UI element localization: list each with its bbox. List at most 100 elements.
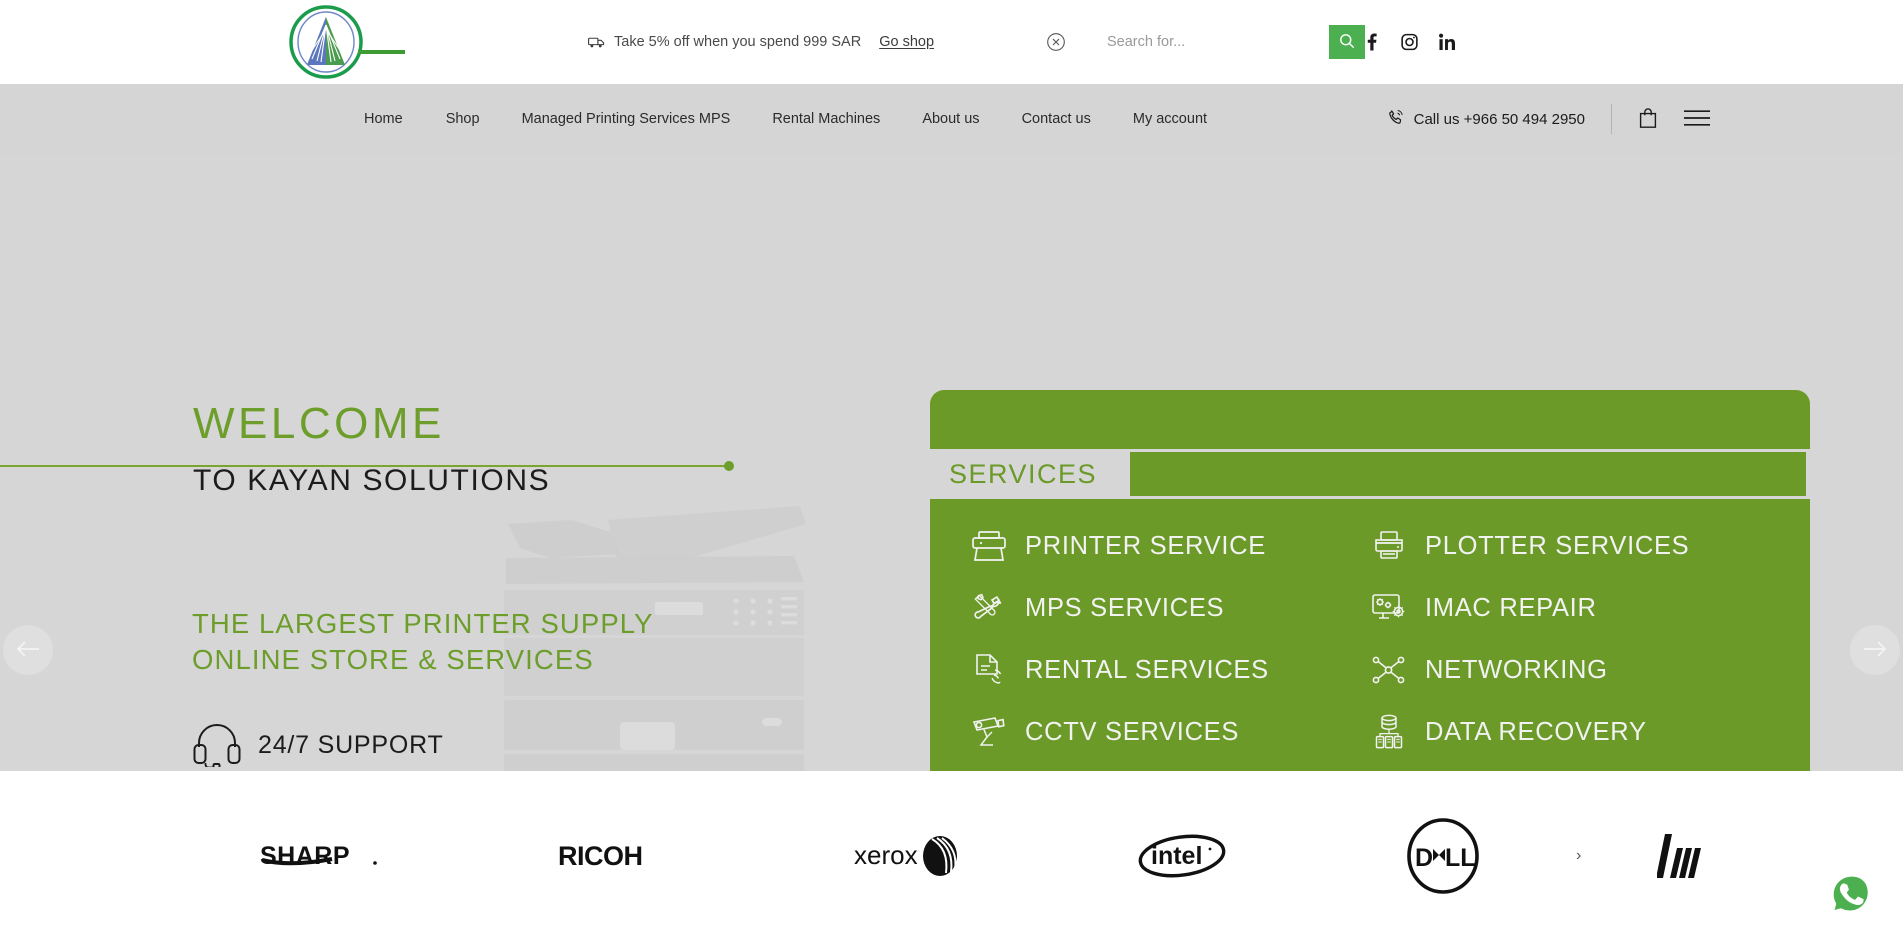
hero-rule-line [0,461,734,471]
printer-icon [970,527,1008,565]
hamburger-menu-button[interactable] [1684,109,1710,129]
services-header-green-bar [1130,452,1806,496]
service-item-plotter-services[interactable]: PLOTTER SERVICES [1370,527,1770,565]
brand-logo-xerox[interactable]: xerox [854,835,960,877]
xerox-logo: xerox [854,835,958,876]
service-label: CCTV SERVICES [1025,717,1240,746]
service-label: PLOTTER SERVICES [1425,531,1690,560]
call-us-link[interactable]: Call us +966 50 494 2950 [1387,109,1585,130]
hp-logo [1656,833,1701,878]
services-title: SERVICES [949,458,1098,489]
nav-divider [1611,104,1612,134]
promo-text: Take 5% off when you spend 999 SAR [614,34,862,50]
svg-text:intel: intel [1151,842,1202,870]
svg-text:D: D [1415,844,1433,872]
promo-banner: Take 5% off when you spend 999 SAR Go sh… [588,34,934,50]
call-us-text: Call us +966 50 494 2950 [1413,110,1585,128]
service-item-networking[interactable]: NETWORKING [1370,651,1770,689]
facebook-icon[interactable] [1364,33,1380,51]
instagram-icon[interactable] [1401,33,1418,51]
services-grid: PRINTER SERVICE PLOTTER SERVICES MPS SER… [930,515,1810,763]
search-icon [1339,33,1355,52]
nav-list: Home Shop Managed Printing Services MPS … [358,50,1228,154]
delivery-truck-icon [588,36,605,49]
brand-logo-intel[interactable]: intel [1137,831,1229,881]
hamburger-menu-icon [1684,109,1710,129]
nav-label: Home [364,111,403,127]
search-area [1107,25,1365,59]
nav-item-rental-machines[interactable]: Rental Machines [751,84,901,154]
main-navigation: Home Shop Managed Printing Services MPS … [0,50,1903,154]
whatsapp-float-button[interactable] [1828,871,1875,918]
brand-logo-sharp[interactable]: SHARP [260,841,382,871]
service-label: MPS SERVICES [1025,593,1225,622]
nav-item-shop[interactable]: Shop [425,84,501,154]
hero-support-text: 24/7 SUPPORT [258,731,444,759]
shopping-bag-icon [1638,107,1658,132]
nav-label: My account [1132,111,1208,127]
cctv-camera-icon [970,713,1008,751]
hero-headline: THE LARGEST PRINTER SUPPLY ONLINE STORE … [192,606,654,679]
service-item-printer-service[interactable]: PRINTER SERVICE [970,527,1370,565]
whatsapp-icon [1830,873,1873,916]
top-bar: Take 5% off when you spend 999 SAR Go sh… [0,0,1903,84]
search-input[interactable] [1107,28,1315,56]
svg-text:xerox: xerox [854,840,918,870]
monitor-gears-icon [1370,589,1408,627]
nav-item-mps[interactable]: Managed Printing Services MPS [501,84,752,154]
phone-icon [1387,109,1404,130]
close-circle-icon[interactable] [1046,32,1066,52]
nav-item-home[interactable]: Home [358,50,425,154]
network-nodes-icon [1370,651,1408,689]
nav-label: Managed Printing Services MPS [521,111,731,127]
nav-label: About us [922,111,980,127]
hero-content: WELCOME TO KAYAN SOLUTIONS THE LARGEST P… [0,154,920,771]
carousel-next-button[interactable] [1850,625,1900,675]
hero-support-block: 24/7 SUPPORT [192,719,444,771]
nav-label: Contact us [1021,111,1091,127]
service-label: NETWORKING [1425,655,1608,684]
service-item-rental-services[interactable]: RENTAL SERVICES [970,651,1370,689]
logo-icon [289,5,363,79]
search-button[interactable] [1329,25,1365,59]
nav-item-about-us[interactable]: About us [901,84,1000,154]
tools-icon [970,589,1008,627]
service-item-mps-services[interactable]: MPS SERVICES [970,589,1370,627]
social-links [1364,33,1456,51]
service-label: IMAC REPAIR [1425,593,1597,622]
brand-logos-carousel: SHARP RICOH xerox intel D LL › [0,771,1903,940]
site-logo[interactable] [287,3,365,81]
nav-label: Shop [445,111,480,127]
service-label: PRINTER SERVICE [1025,531,1266,560]
hero-welcome-subtitle: TO KAYAN SOLUTIONS [193,464,551,497]
arrow-right-icon [1863,640,1887,661]
nav-item-my-account[interactable]: My account [1112,84,1228,154]
service-item-imac-repair[interactable]: IMAC REPAIR [1370,589,1770,627]
carousel-prev-button[interactable] [3,625,53,675]
service-label: RENTAL SERVICES [1025,655,1269,684]
brand-carousel-next-arrow[interactable]: › [1576,847,1581,865]
brand-logo-ricoh[interactable]: RICOH [558,841,678,871]
hero-slider: WELCOME TO KAYAN SOLUTIONS THE LARGEST P… [0,154,1903,771]
document-hand-icon [970,651,1008,689]
linkedin-icon[interactable] [1439,33,1456,51]
hero-welcome-title: WELCOME [193,399,445,448]
brand-logo-dell[interactable]: D LL [1405,817,1481,894]
headset-icon [192,719,242,771]
promo-go-shop-link[interactable]: Go shop [879,34,934,50]
svg-text:RICOH: RICOH [558,841,643,871]
service-item-cctv-services[interactable]: CCTV SERVICES [970,713,1370,751]
arrow-left-icon [16,640,40,661]
nav-label: Rental Machines [772,111,881,127]
brand-logo-hp[interactable] [1656,828,1713,884]
nav-right-group: Call us +966 50 494 2950 [1387,104,1710,134]
nav-item-contact-us[interactable]: Contact us [1001,84,1112,154]
plotter-icon [1370,527,1408,565]
dell-logo: D LL [1406,817,1479,894]
shopping-bag-button[interactable] [1638,107,1658,132]
hero-headline-line1: THE LARGEST PRINTER SUPPLY [192,608,654,639]
brand-row: SHARP RICOH xerox intel D LL [260,817,1713,894]
service-item-data-recovery[interactable]: DATA RECOVERY [1370,713,1770,751]
svg-text:LL: LL [1445,844,1476,872]
services-panel: SERVICES PRINTER SERVICE PLOTTER SERVICE… [930,390,1810,771]
